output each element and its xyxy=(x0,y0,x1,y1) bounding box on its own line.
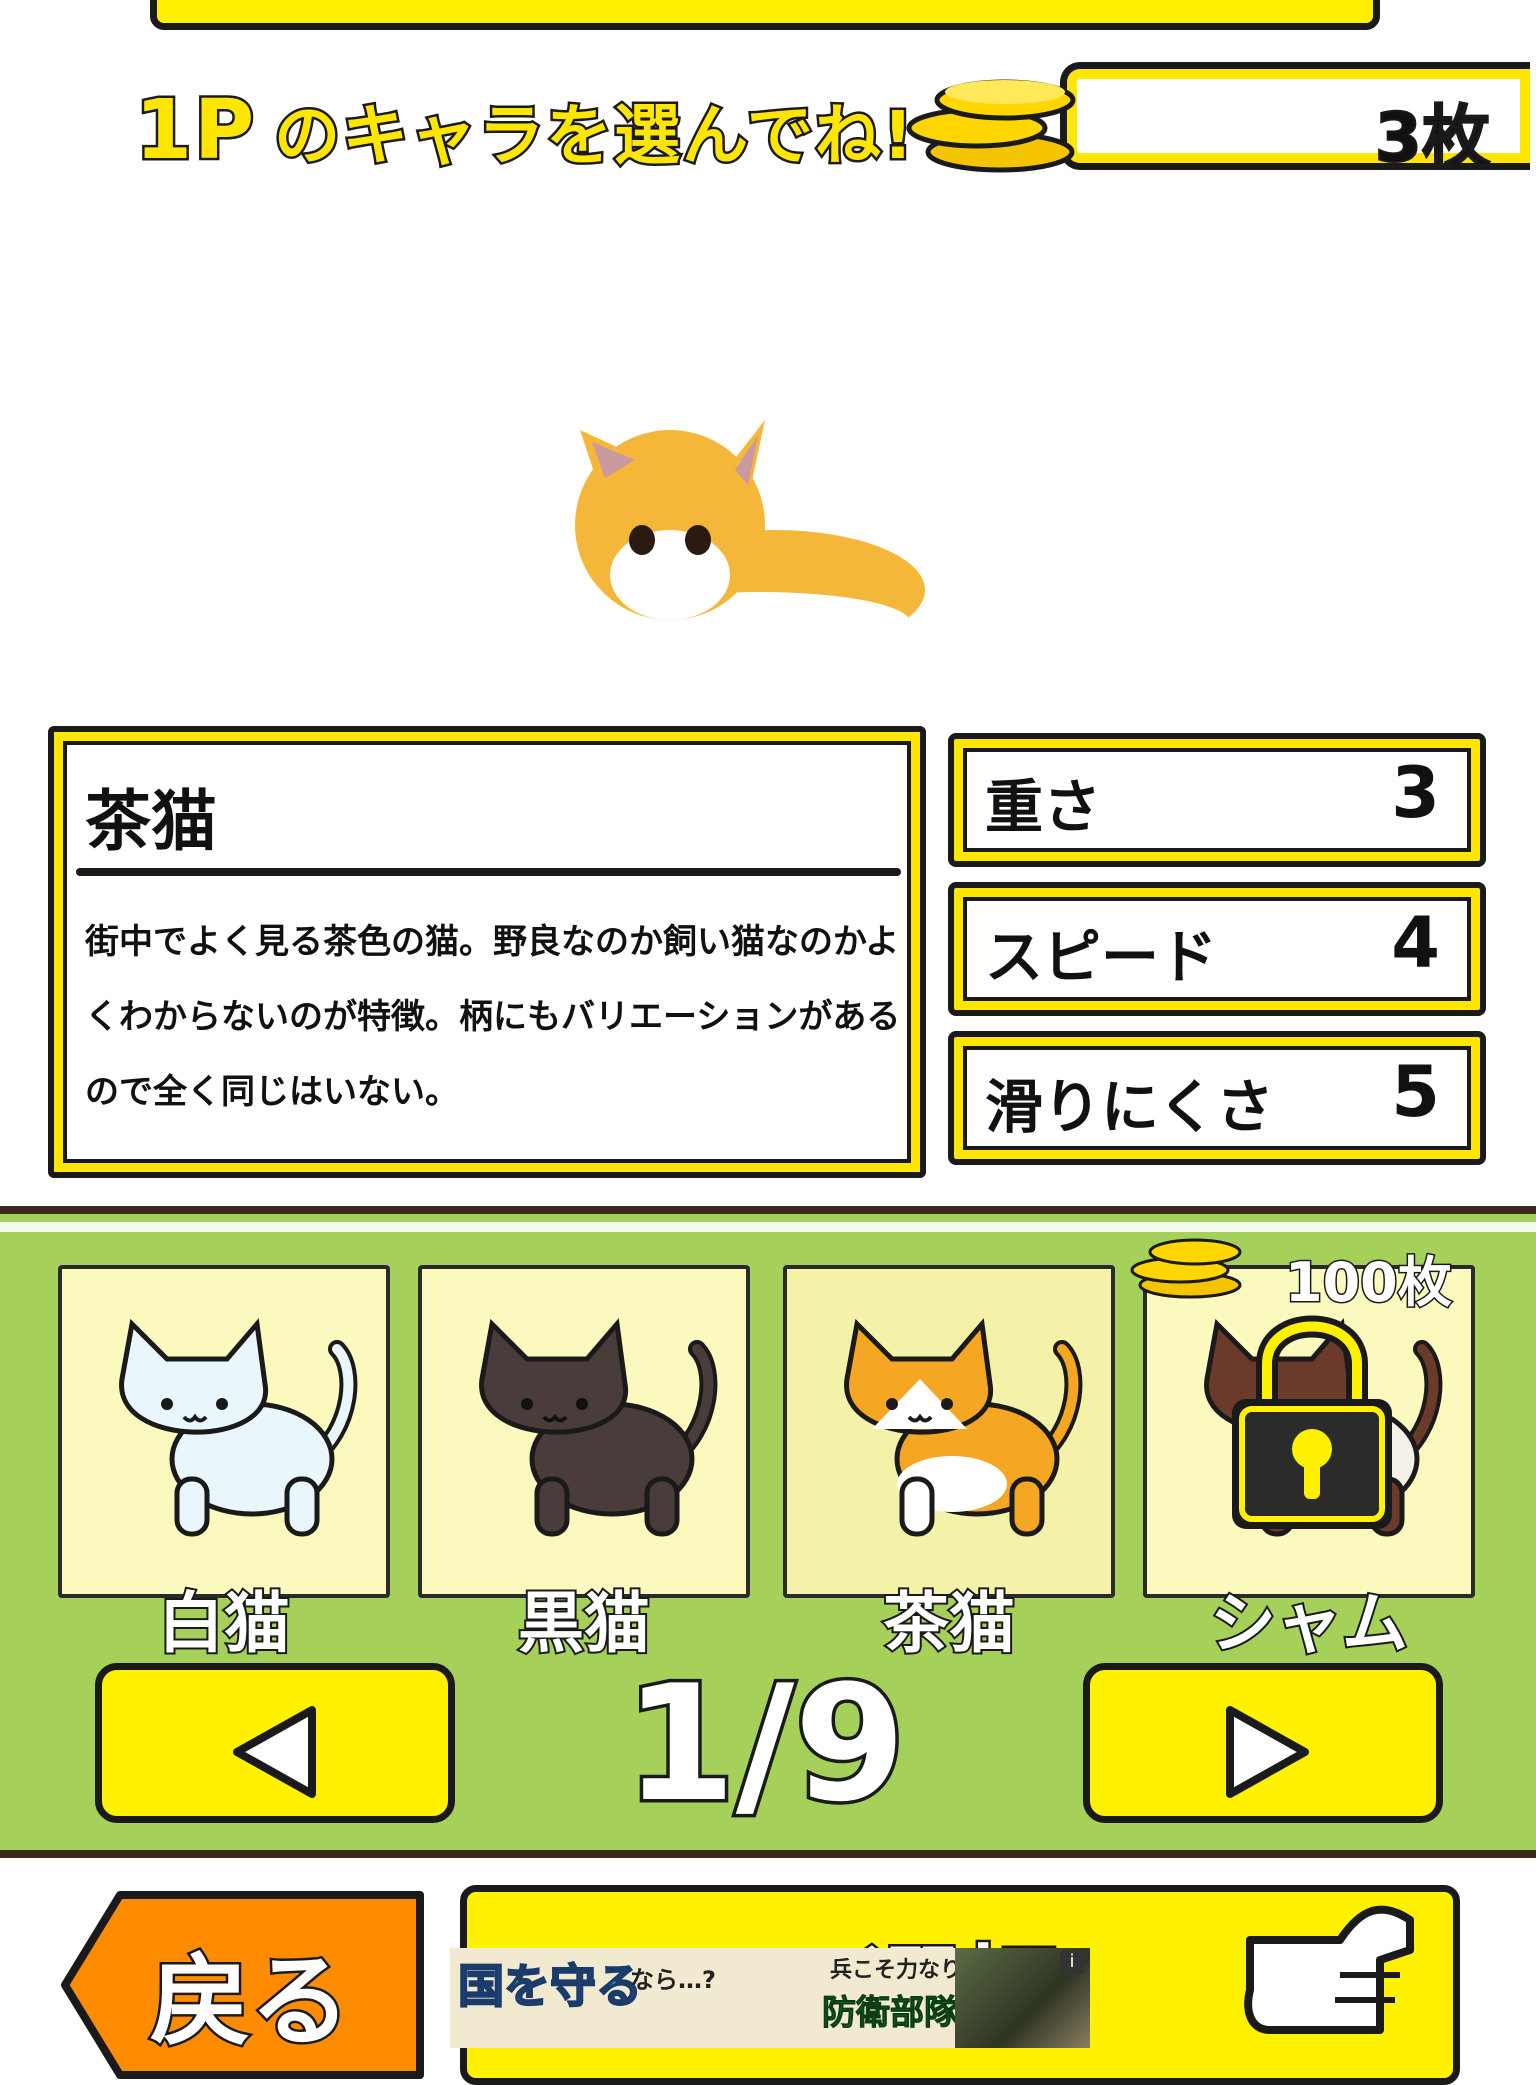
name-divider xyxy=(76,868,901,876)
player-label: 1P xyxy=(132,81,257,181)
ad-tagline: 兵こそ力なり xyxy=(830,1958,963,1983)
lock-icon xyxy=(1232,1315,1392,1529)
character-description: 街中でよく見る茶色の猫。野良なのか飼い猫なのかよくわからないのが特徴。柄にもバリ… xyxy=(85,922,901,1112)
character-card-black[interactable] xyxy=(418,1265,750,1598)
stat-weight-value: 3 xyxy=(1391,752,1440,834)
black-cat-icon xyxy=(479,1318,718,1537)
cat-3d-model xyxy=(575,420,925,652)
stat-weight-label: 重さ xyxy=(985,773,1102,841)
stat-speed-value: 4 xyxy=(1391,902,1440,984)
stat-grip-label: 滑りにくさ xyxy=(985,1073,1274,1141)
ad-headline: 国を守る xyxy=(457,1958,643,2014)
right-arrow-icon xyxy=(1226,1706,1309,1798)
coin-stack-icon xyxy=(906,79,1076,173)
top-banner xyxy=(150,0,1380,30)
page-indicator: 1/9 xyxy=(621,1647,909,1841)
ad-suffix: なら…? xyxy=(630,1966,716,1994)
back-label: 戻る xyxy=(148,1941,353,2063)
character-name: 茶猫 xyxy=(85,783,217,860)
coin-count: 3枚 xyxy=(1374,98,1491,179)
card-name-siamese: シャム xyxy=(1208,1583,1410,1664)
character-card-white[interactable] xyxy=(58,1265,390,1598)
card-name-white: 白猫 xyxy=(156,1583,292,1664)
prompt-text: のキャラを選んでね! xyxy=(272,95,916,177)
select-prompt: 1P のキャラを選んでね! xyxy=(132,81,916,181)
stat-grip-value: 5 xyxy=(1391,1051,1440,1133)
pointing-hand-icon xyxy=(1244,1905,1414,2034)
left-arrow-icon xyxy=(233,1706,316,1798)
stat-speed-label: スピード xyxy=(985,923,1218,991)
prev-page-button[interactable] xyxy=(95,1663,455,1823)
ad-title: 防衛部隊 xyxy=(822,1993,959,2034)
unlock-price: 100枚 xyxy=(1284,1250,1454,1316)
orange-cat-icon xyxy=(844,1318,1083,1537)
white-cat-icon xyxy=(119,1318,358,1537)
ad-info-icon[interactable]: i xyxy=(1060,1950,1084,1974)
character-card-orange[interactable] xyxy=(783,1265,1115,1598)
next-page-button[interactable] xyxy=(1083,1663,1443,1823)
